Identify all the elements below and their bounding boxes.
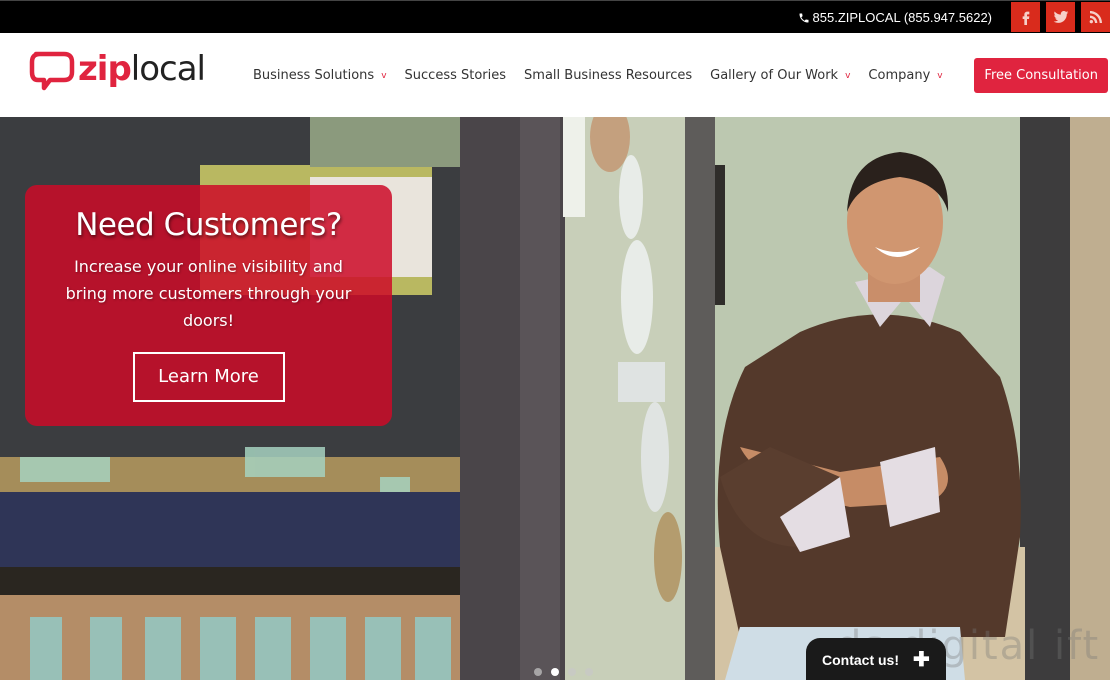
nav-small-business-resources[interactable]: Small Business Resources	[524, 68, 692, 83]
slide-dot-4[interactable]	[585, 668, 593, 676]
contact-label: Contact us!	[822, 652, 899, 668]
chevron-down-icon: v	[937, 70, 943, 81]
nav-company[interactable]: Company v	[868, 68, 942, 83]
rss-link[interactable]	[1081, 2, 1110, 32]
logo[interactable]: ziplocal	[28, 47, 218, 95]
logo-local: local	[130, 49, 206, 89]
twitter-link[interactable]	[1046, 2, 1075, 32]
plus-icon: ✚	[913, 649, 930, 671]
nav-label: Small Business Resources	[524, 68, 693, 83]
main-nav: Business Solutions v Success Stories Sma…	[253, 68, 961, 83]
facebook-link[interactable]	[1011, 2, 1040, 32]
twitter-icon	[1053, 11, 1068, 23]
logo-text: ziplocal	[78, 49, 206, 89]
chevron-down-icon: v	[845, 70, 851, 81]
free-consultation-button[interactable]: Free Consultation	[974, 58, 1108, 93]
rss-icon	[1089, 11, 1102, 24]
contact-us-widget[interactable]: Contact us! ✚	[806, 638, 946, 680]
learn-more-button[interactable]: Learn More	[132, 352, 285, 402]
hero-slider: Need Customers? Increase your online vis…	[0, 117, 1110, 680]
chevron-down-icon: v	[381, 70, 387, 81]
speech-bubble-logo-icon	[29, 51, 75, 91]
hero-text: Increase your online visibility and brin…	[65, 257, 352, 330]
slide-dot-3[interactable]	[568, 668, 576, 676]
hero-title: Need Customers?	[75, 207, 342, 243]
logo-zip: zip	[78, 49, 132, 89]
nav-label: Company	[868, 68, 931, 83]
nav-success-stories[interactable]: Success Stories	[405, 68, 507, 83]
nav-label: Success Stories	[404, 68, 507, 83]
nav-gallery[interactable]: Gallery of Our Work v	[710, 68, 850, 83]
slide-dot-1[interactable]	[534, 668, 542, 676]
promo-box: Need Customers? Increase your online vis…	[25, 185, 392, 426]
phone-number[interactable]: 855.ZIPLOCAL (855.947.5622)	[798, 10, 992, 25]
slide-dot-2[interactable]	[551, 668, 559, 676]
nav-label: Gallery of Our Work	[710, 68, 839, 83]
facebook-icon	[1022, 11, 1029, 25]
phone-icon	[799, 13, 809, 22]
nav-business-solutions[interactable]: Business Solutions v	[253, 68, 387, 83]
top-bar: 855.ZIPLOCAL (855.947.5622)	[0, 0, 1110, 33]
phone-text: 855.ZIPLOCAL (855.947.5622)	[812, 10, 992, 25]
slider-pagination	[534, 668, 593, 676]
nav-label: Business Solutions	[253, 68, 375, 83]
social-links	[1011, 2, 1110, 32]
site-header: ziplocal Business Solutions v Success St…	[0, 33, 1110, 117]
